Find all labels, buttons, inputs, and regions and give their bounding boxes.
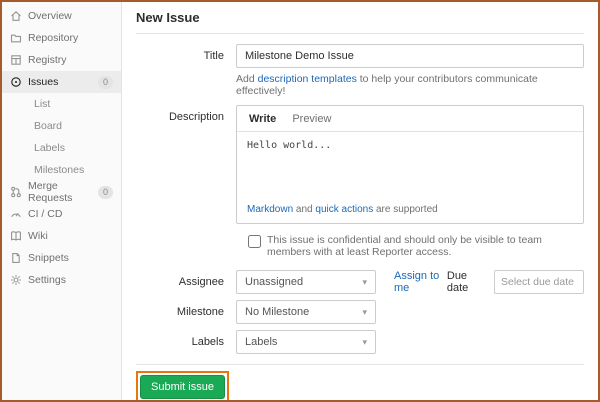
milestone-select-value: No Milestone — [245, 306, 309, 318]
page-title: New Issue — [136, 10, 584, 33]
sidebar-item-snippets[interactable]: Snippets — [2, 247, 121, 269]
confidential-checkbox[interactable] — [248, 235, 261, 248]
wiki-icon — [10, 230, 22, 242]
footer-and: and — [293, 204, 315, 215]
title-row: Title Add description templates to help … — [136, 44, 584, 97]
sidebar-item-label: Settings — [28, 274, 66, 286]
issues-count-badge: 0 — [98, 76, 113, 89]
assignee-row: Assignee Unassigned ▾ Assign to me Due d… — [136, 270, 584, 294]
title-divider — [136, 33, 584, 34]
milestone-row: Milestone No Milestone ▾ — [136, 300, 584, 324]
markdown-editor: Write Preview Hello world... Markdown an… — [236, 105, 584, 224]
assignee-select[interactable]: Unassigned ▾ — [236, 270, 376, 294]
assignee-field: Unassigned ▾ Assign to me Due date — [236, 270, 584, 294]
sidebar-item-issues-list[interactable]: List — [2, 93, 121, 115]
title-field: Add description templates to help your c… — [236, 44, 584, 97]
confidential-label: This issue is confidential and should on… — [267, 234, 584, 258]
title-label: Title — [136, 44, 236, 97]
description-templates-link[interactable]: description templates — [258, 73, 357, 85]
description-row: Description Write Preview Hello world...… — [136, 105, 584, 224]
merge-requests-icon — [10, 186, 22, 198]
submit-issue-button[interactable]: Submit issue — [140, 375, 225, 399]
sidebar-item-issues[interactable]: Issues 0 — [2, 71, 121, 93]
main-content: New Issue Title Add description template… — [122, 2, 598, 400]
assignee-select-value: Unassigned — [245, 276, 303, 288]
milestone-select[interactable]: No Milestone ▾ — [236, 300, 376, 324]
snippets-icon — [10, 252, 22, 264]
sidebar-item-label: Labels — [34, 142, 65, 154]
quick-actions-link[interactable]: quick actions — [315, 204, 373, 215]
labels-select[interactable]: Labels ▾ — [236, 330, 376, 354]
ci-cd-icon — [10, 208, 22, 220]
help-prefix: Add — [236, 73, 258, 85]
description-label: Description — [136, 105, 236, 224]
sidebar-item-overview[interactable]: Overview — [2, 5, 121, 27]
overview-icon — [10, 10, 22, 22]
sidebar-item-issues-milestones[interactable]: Milestones — [2, 159, 121, 181]
assignee-label: Assignee — [136, 270, 236, 294]
confidential-row: This issue is confidential and should on… — [248, 234, 584, 258]
due-date-label: Due date — [447, 270, 484, 294]
title-input[interactable] — [236, 44, 584, 68]
sidebar-item-issues-board[interactable]: Board — [2, 115, 121, 137]
app-window: Overview Repository Registry Issues 0 Li… — [0, 0, 600, 402]
sidebar-item-ci-cd[interactable]: CI / CD — [2, 203, 121, 225]
tab-preview[interactable]: Preview — [292, 113, 331, 125]
sidebar-item-label: CI / CD — [28, 208, 62, 220]
sidebar-item-wiki[interactable]: Wiki — [2, 225, 121, 247]
registry-icon — [10, 54, 22, 66]
milestone-label: Milestone — [136, 300, 236, 324]
issues-icon — [10, 76, 22, 88]
sidebar-item-label: Merge Requests — [28, 180, 92, 204]
sidebar-item-merge-requests[interactable]: Merge Requests 0 — [2, 181, 121, 203]
sidebar-item-label: Registry — [28, 54, 67, 66]
tab-write[interactable]: Write — [249, 113, 276, 125]
assign-to-me-link[interactable]: Assign to me — [394, 270, 447, 294]
milestone-field: No Milestone ▾ — [236, 300, 584, 324]
labels-field: Labels ▾ — [236, 330, 584, 354]
sidebar-item-label: Milestones — [34, 164, 84, 176]
labels-row: Labels Labels ▾ — [136, 330, 584, 354]
sidebar-item-label: Overview — [28, 10, 72, 22]
sidebar-item-registry[interactable]: Registry — [2, 49, 121, 71]
sidebar-item-issues-labels[interactable]: Labels — [2, 137, 121, 159]
sidebar-item-repository[interactable]: Repository — [2, 27, 121, 49]
labels-select-value: Labels — [245, 336, 277, 348]
markdown-help-text: Markdown and quick actions are supported — [237, 202, 583, 223]
annotation-highlight: Submit issue — [136, 371, 229, 400]
title-help-text: Add description templates to help your c… — [236, 73, 584, 97]
sidebar-item-label: Repository — [28, 32, 78, 44]
sidebar-item-label: List — [34, 98, 50, 110]
sidebar-item-settings[interactable]: Settings — [2, 269, 121, 291]
chevron-down-icon: ▾ — [362, 278, 367, 287]
description-textarea[interactable]: Hello world... — [237, 132, 583, 202]
settings-icon — [10, 274, 22, 286]
sidebar: Overview Repository Registry Issues 0 Li… — [2, 2, 122, 400]
merge-requests-count-badge: 0 — [98, 186, 113, 199]
sidebar-item-label: Board — [34, 120, 62, 132]
submit-bar: Submit issue — [136, 365, 584, 400]
repository-icon — [10, 32, 22, 44]
chevron-down-icon: ▾ — [362, 338, 367, 347]
footer-suffix: are supported — [373, 204, 438, 215]
due-date-input[interactable] — [494, 270, 584, 294]
sidebar-item-label: Snippets — [28, 252, 69, 264]
description-field: Write Preview Hello world... Markdown an… — [236, 105, 584, 224]
markdown-editor-tabs: Write Preview — [237, 106, 583, 132]
labels-label: Labels — [136, 330, 236, 354]
markdown-link[interactable]: Markdown — [247, 204, 293, 215]
sidebar-item-label: Wiki — [28, 230, 48, 242]
sidebar-item-label: Issues — [28, 76, 58, 88]
chevron-down-icon: ▾ — [362, 308, 367, 317]
